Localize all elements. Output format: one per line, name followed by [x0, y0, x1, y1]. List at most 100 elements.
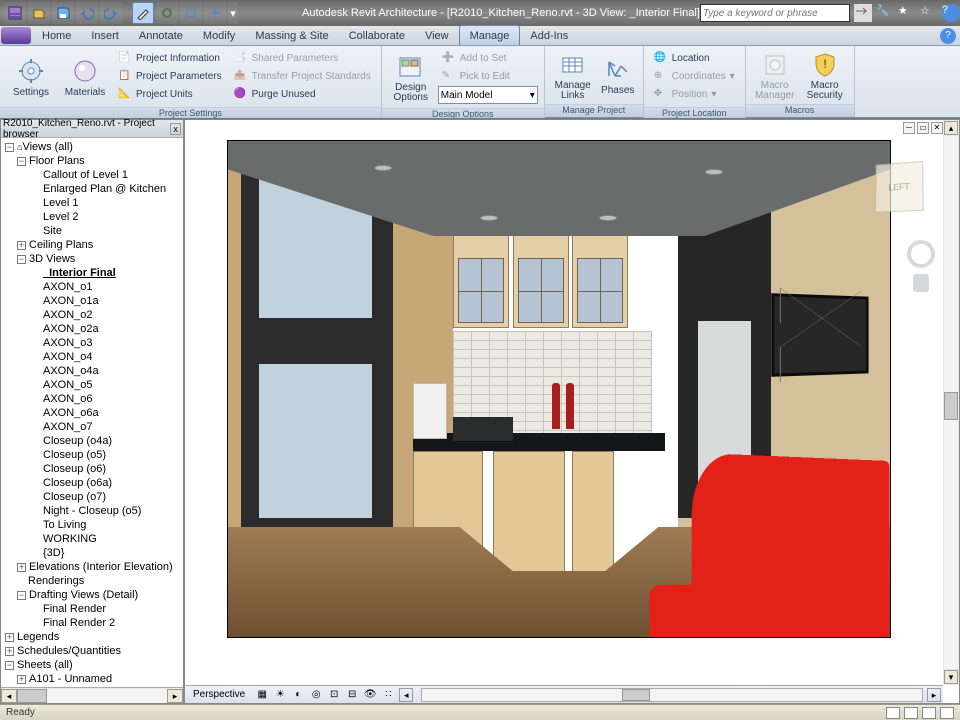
tree-item[interactable]: {3D}	[3, 546, 183, 560]
tree-item-active[interactable]: _Interior Final	[3, 266, 183, 280]
tree-item[interactable]: AXON_o2	[3, 308, 183, 322]
tree-item[interactable]: AXON_o4a	[3, 364, 183, 378]
open-icon[interactable]	[28, 2, 50, 24]
tab-addins[interactable]: Add-Ins	[520, 26, 578, 45]
sun-path-icon[interactable]: ☀	[273, 688, 287, 702]
tab-home[interactable]: Home	[32, 26, 81, 45]
app-tab[interactable]	[1, 27, 31, 44]
project-tree[interactable]: −⌂ Views (all) −Floor Plans Callout of L…	[1, 138, 183, 687]
editable-only-icon[interactable]	[904, 707, 918, 719]
project-parameters-button[interactable]: 📋Project Parameters	[114, 68, 226, 85]
hide-isolate-icon[interactable]: 👁	[363, 688, 377, 702]
tab-massing-site[interactable]: Massing & Site	[245, 26, 338, 45]
tab-manage[interactable]: Manage	[459, 25, 521, 45]
project-information-button[interactable]: 📄Project Information	[114, 50, 226, 67]
subscription-icon[interactable]: 🔧	[876, 4, 894, 22]
tab-annotate[interactable]: Annotate	[129, 26, 193, 45]
tree-item[interactable]: +A101 - Unnamed	[3, 672, 183, 686]
tree-item[interactable]: WORKING	[3, 532, 183, 546]
scroll-left-icon[interactable]: ◂	[1, 689, 17, 703]
macro-security-button[interactable]: ! Macro Security	[800, 48, 850, 102]
qat-btn-a[interactable]	[156, 2, 178, 24]
settings-button[interactable]: Settings	[4, 48, 58, 105]
scroll-right-icon[interactable]: ▸	[927, 688, 941, 702]
navigation-wheel[interactable]	[903, 240, 939, 310]
scrollbar-thumb[interactable]	[17, 689, 47, 703]
materials-button[interactable]: Materials	[58, 48, 112, 105]
scale-label[interactable]: Perspective	[187, 689, 251, 700]
location-button[interactable]: 🌐Location	[650, 50, 739, 67]
scroll-right-icon[interactable]: ▸	[167, 689, 183, 703]
qat-btn-c[interactable]	[204, 2, 226, 24]
reveal-icon[interactable]: ∷	[381, 688, 395, 702]
tree-sheets[interactable]: −Sheets (all)	[3, 658, 183, 672]
tree-3d-views[interactable]: −3D Views	[3, 252, 183, 266]
browser-hscroll[interactable]: ◂ ▸	[1, 687, 183, 703]
project-units-button[interactable]: 📐Project Units	[114, 86, 226, 103]
tree-views[interactable]: −⌂ Views (all)	[3, 140, 183, 154]
drawing-canvas[interactable]	[227, 140, 891, 638]
macro-manager-button[interactable]: Macro Manager	[750, 48, 800, 102]
help-icon[interactable]: ?	[942, 4, 960, 22]
phases-button[interactable]: Phases	[597, 48, 639, 102]
crop-region-icon[interactable]: ⊟	[345, 688, 359, 702]
scrollbar-thumb[interactable]	[944, 392, 958, 420]
workset-icon[interactable]	[886, 707, 900, 719]
tree-item[interactable]: AXON_o6a	[3, 406, 183, 420]
tree-item[interactable]: Closeup (o6a)	[3, 476, 183, 490]
design-options-status-icon[interactable]	[922, 707, 936, 719]
tree-item[interactable]: Enlarged Plan @ Kitchen	[3, 182, 183, 196]
redo-icon[interactable]	[100, 2, 122, 24]
tree-item[interactable]: AXON_o4	[3, 350, 183, 364]
shadows-icon[interactable]: ◐	[291, 688, 305, 702]
close-icon[interactable]: x	[170, 123, 181, 135]
tab-collaborate[interactable]: Collaborate	[339, 26, 415, 45]
viewport-hscroll[interactable]	[421, 688, 923, 702]
viewport-vscroll[interactable]: ▴ ▾	[943, 120, 959, 685]
model-graphics-icon[interactable]: ▦	[255, 688, 269, 702]
tree-item[interactable]: AXON_o5	[3, 378, 183, 392]
tree-item[interactable]: AXON_o7	[3, 420, 183, 434]
model-combo[interactable]: Main Model▾	[438, 86, 538, 104]
pick-to-edit-button[interactable]: ✎Pick to Edit	[438, 68, 538, 85]
tree-elevations[interactable]: +Elevations (Interior Elevation)	[3, 560, 183, 574]
tree-item[interactable]: To Living	[3, 518, 183, 532]
search-input[interactable]	[700, 4, 850, 22]
scrollbar-thumb[interactable]	[622, 689, 650, 701]
tree-item[interactable]: Callout of Level 1	[3, 168, 183, 182]
tree-item[interactable]: AXON_o6	[3, 392, 183, 406]
transfer-standards-button[interactable]: 📤Transfer Project Standards	[230, 68, 375, 85]
tab-modify[interactable]: Modify	[193, 26, 245, 45]
help-toggle-icon[interactable]: ?	[940, 28, 956, 44]
vp-close[interactable]: ✕	[931, 122, 943, 134]
purge-unused-button[interactable]: 🟣Purge Unused	[230, 86, 375, 103]
add-to-set-button[interactable]: ➕Add to Set	[438, 50, 538, 67]
undo-icon[interactable]	[76, 2, 98, 24]
tree-item[interactable]: Closeup (o5)	[3, 448, 183, 462]
vp-minimize[interactable]: ─	[903, 122, 915, 134]
tab-insert[interactable]: Insert	[81, 26, 129, 45]
communication-icon[interactable]: ★	[898, 4, 916, 22]
scroll-left-icon[interactable]: ◂	[399, 688, 413, 702]
tree-schedules[interactable]: +Schedules/Quantities	[3, 644, 183, 658]
tree-legends[interactable]: +Legends	[3, 630, 183, 644]
tree-item[interactable]: Level 2	[3, 210, 183, 224]
tree-renderings[interactable]: Renderings	[3, 574, 183, 588]
modify-icon[interactable]	[132, 2, 154, 24]
design-options-button[interactable]: Design Options	[386, 48, 436, 106]
tree-item[interactable]: Final Render 2	[3, 616, 183, 630]
tree-item[interactable]: Level 1	[3, 196, 183, 210]
filter-icon[interactable]	[940, 707, 954, 719]
favorites-icon[interactable]: ☆	[920, 4, 938, 22]
shared-parameters-button[interactable]: 📑Shared Parameters	[230, 50, 375, 67]
tree-drafting[interactable]: −Drafting Views (Detail)	[3, 588, 183, 602]
position-button[interactable]: ✥Position ▾	[650, 86, 739, 103]
viewcube[interactable]: LEFT	[875, 161, 924, 213]
tree-floor-plans[interactable]: −Floor Plans	[3, 154, 183, 168]
qat-dropdown-icon[interactable]: ▾	[228, 2, 238, 24]
tab-view[interactable]: View	[415, 26, 459, 45]
manage-links-button[interactable]: Manage Links	[549, 48, 597, 102]
tree-item[interactable]: AXON_o2a	[3, 322, 183, 336]
tree-item[interactable]: Closeup (o4a)	[3, 434, 183, 448]
vp-maximize[interactable]: ▭	[917, 122, 929, 134]
